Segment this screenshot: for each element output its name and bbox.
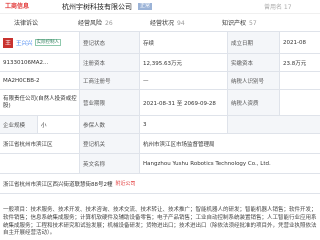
insured-value: 3 [140,116,228,133]
company-name[interactable]: 杭州宇树科技有限公司 [62,2,132,12]
nearby-companies-link[interactable]: 附近公司 [116,180,136,187]
status-value: 存续 [140,32,228,53]
status-chip: 正常 [138,3,153,10]
reg-capital-value: 12,395.63万元 [140,54,228,71]
biz-reg-label: 工商注册号 [80,72,140,89]
size-value: 小 [38,116,80,133]
taxpayer-value [280,72,320,89]
top-bar: 工商信息 杭州宇树科技有限公司 正常 曾用名 17 [0,0,320,13]
table-row: 浙江省杭州市滨江区 登记机关 杭州市滨江区市场监督管理局 [0,134,320,154]
tab-operation[interactable]: 经营状况 94 [150,18,185,27]
taxpayer-label: 纳税人识别号 [228,72,280,89]
term-label: 营业期限 [80,90,140,115]
biz-reg-value: — [140,72,228,89]
tab-bar: 法律诉讼 经营风险 26 经营状况 94 知识产权 57 [0,13,320,31]
insured-label: 参保人数 [80,116,140,133]
en-name-label: 英文名称 [80,154,140,173]
table-row: 英文名称 Hangzhou Yushu Robotics Technology … [0,154,320,174]
tab-legal[interactable]: 法律诉讼 [14,18,41,27]
table-row: 91330106MA2... 注册资本 12,395.63万元 实缴资本 23.… [0,54,320,72]
reg-no-value: MA2H0CBB-2 [0,72,80,89]
table-row: MA2H0CBB-2 工商注册号 — 纳税人识别号 [0,72,320,90]
est-date-label: 成立日期 [228,32,280,53]
auth-label: 登记机关 [80,134,140,153]
table-row: 浙江省杭州市滨江区西兴街道联慧街88号2幢 附近公司 [0,174,320,194]
tab-ip[interactable]: 知识产权 57 [222,18,257,27]
taxpayer-cap-label: 纳税人资质 [228,90,280,115]
table-row: 王 王兴兴 实际控制人 登记状态 存续 成立日期 2021-08 [0,32,320,54]
region-value: 浙江省杭州市滨江区 [0,134,80,153]
avatar: 王 [3,37,13,48]
size-label: 企业规模 [0,116,38,133]
est-date-value: 2021-08 [283,39,306,46]
reg-capital-label: 注册资本 [80,54,140,71]
company-type-value: 有限责任公司(自然人投资或控股) [0,90,80,115]
info-grid: 王 王兴兴 实际控制人 登记状态 存续 成立日期 2021-08 9133010… [0,31,320,194]
business-scope: 一般项目：技术服务、技术开发、技术咨询、技术交流、技术转让、技术推广；智能机器人… [3,207,317,237]
table-row: 企业规模 小 参保人数 3 [0,116,320,134]
auth-value: 杭州市滨江区市场监督管理局 [143,141,215,148]
used-name-status[interactable]: 曾用名 17 [264,2,292,11]
paid-capital-label: 实缴资本 [228,54,280,71]
insured-extra [228,116,320,133]
controller-badge: 实际控制人 [34,39,62,46]
region-value-2 [0,154,80,173]
legal-rep-name[interactable]: 王兴兴 [16,39,33,47]
address-cell: 浙江省杭州市滨江区西兴街道联慧街88号2幢 附近公司 [0,174,320,193]
taxpayer-cap-value [280,90,320,115]
tab-risk[interactable]: 经营风险 26 [78,18,113,27]
table-row: 有限责任公司(自然人投资或控股) 营业期限 2021-08-31 至 2069-… [0,90,320,116]
en-name-value: Hangzhou Yushu Robotics Technology Co., … [143,160,271,167]
status-label: 登记状态 [80,32,140,53]
term-value: 2021-08-31 至 2069-09-28 [140,90,228,115]
legal-rep-cell: 王 王兴兴 实际控制人 [0,32,80,53]
paid-capital-value: 23.8万元 [283,60,307,67]
section-tag: 工商信息 [5,3,30,10]
credit-code-value: 91330106MA2... [0,54,80,71]
address-value: 浙江省杭州市滨江区西兴街道联慧街88号2幢 [3,181,113,188]
